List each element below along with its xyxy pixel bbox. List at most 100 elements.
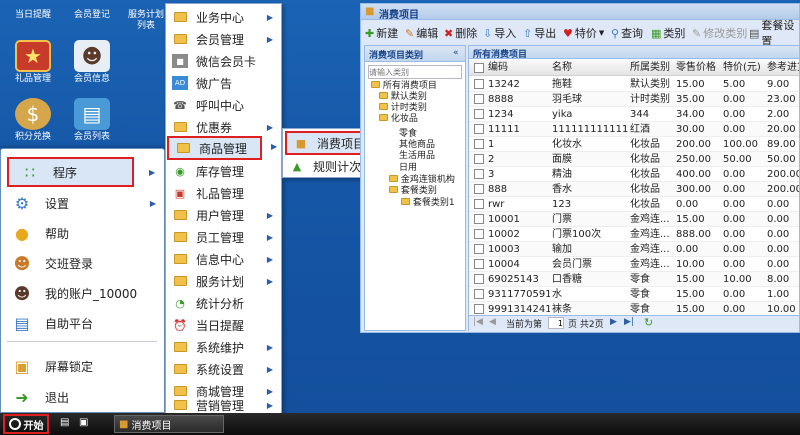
table-row[interactable]: 69025143 口香糖 零食 15.00 10.00 8.00 (469, 272, 799, 287)
row-checkbox[interactable] (474, 199, 484, 209)
tree-node[interactable]: 套餐类别 (389, 186, 437, 196)
desktop-icon-reminder[interactable]: 当日提醒 (3, 0, 63, 21)
table-row[interactable]: 9311770591...水零食15.000.001.00 (469, 287, 799, 302)
row-checkbox[interactable] (474, 229, 484, 239)
column-header-retail-price[interactable]: 零售价格 (676, 59, 716, 76)
start-item-exit[interactable]: ➜ 退出 (1, 383, 164, 411)
tree-node[interactable]: 金鸡连锁机构 (389, 175, 455, 185)
tree-node[interactable]: 其他商品 (399, 140, 435, 150)
row-checkbox[interactable] (474, 109, 484, 119)
table-row[interactable]: 10004 会员门票 金鸡连... 10.00 0.00 0.00 (469, 257, 799, 272)
start-item-my-account[interactable]: ☻ 我的账户_10000 (1, 279, 164, 307)
column-header-category[interactable]: 所属类别 (630, 59, 670, 76)
collapse-icon[interactable]: « (453, 48, 459, 58)
menu-item-user-mgmt[interactable]: 用户管理 ▶ (166, 204, 281, 226)
row-checkbox[interactable] (474, 289, 484, 299)
row-checkbox[interactable] (474, 94, 484, 104)
toolbar-search-button[interactable]: ⚲ 查询 (611, 24, 643, 42)
menu-item-wechat-card[interactable]: ■ 微信会员卡 (166, 50, 281, 72)
menu-item-inventory[interactable]: ◉ 库存管理 (166, 160, 281, 182)
tree-node[interactable]: 零食 (399, 129, 417, 139)
toolbar-export-button[interactable]: ⇧ 导出 (523, 24, 556, 42)
table-row[interactable]: 1234 yika 344 34.00 0.00 2.00 (469, 107, 799, 122)
table-row[interactable]: 8888 羽毛球 计时类别 35.00 0.00 23.00 (469, 92, 799, 107)
tree-node[interactable]: 化妆品 (379, 114, 418, 124)
column-header-ref-purchase[interactable]: 参考进货 (767, 59, 799, 76)
table-row[interactable]: 3 精油 化妆品 400.00 0.00 200.00 (469, 167, 799, 182)
row-checkbox[interactable] (474, 169, 484, 179)
toolbar-package-button[interactable]: ▤ 套餐设置 (749, 19, 799, 48)
select-all-checkbox[interactable] (474, 63, 484, 73)
tree-node[interactable]: 生活用品 (399, 151, 435, 161)
taskbar-task-consumption-items[interactable]: ■ 消费项目 (114, 415, 224, 433)
show-desktop-icon[interactable]: ▤ (60, 417, 69, 428)
toolbar-delete-button[interactable]: ✖ 删除 (444, 24, 477, 42)
table-row[interactable]: 11111 1111111111111 红酒 30.00 0.00 20.00 (469, 122, 799, 137)
menu-item-gift-mgmt[interactable]: ▣ 礼品管理 (166, 182, 281, 204)
row-checkbox[interactable] (474, 79, 484, 89)
menu-item-consumption-items[interactable]: ■ 消费项目 (285, 131, 371, 155)
window-titlebar[interactable]: ■ 消费项目 (361, 4, 799, 21)
row-checkbox[interactable] (474, 124, 484, 134)
column-header-code[interactable]: 编码 (488, 59, 508, 76)
refresh-icon[interactable]: ↻ (644, 316, 653, 329)
toolbar-edit-button[interactable]: ✎ 编辑 (405, 24, 438, 42)
start-item-self-service[interactable]: ▤ 自助平台 (1, 309, 164, 337)
toolbar-special-price-button[interactable]: ♥ 特价 ▼ (563, 24, 604, 42)
toolbar-new-button[interactable]: ✚ 新建 (365, 24, 398, 42)
menu-item-sys-settings[interactable]: 系统设置 ▶ (166, 358, 281, 380)
toolbar-import-button[interactable]: ⇩ 导入 (483, 24, 516, 42)
menu-item-info-center[interactable]: 信息中心 ▶ (166, 248, 281, 270)
menu-item-call-center[interactable]: ☎ 呼叫中心 (166, 94, 281, 116)
table-row[interactable]: 2 面膜 化妆品 250.00 50.00 50.00 (469, 152, 799, 167)
table-row[interactable]: 888 香水 化妆品 300.00 0.00 200.00 (469, 182, 799, 197)
menu-item-staff-mgmt[interactable]: 员工管理 ▶ (166, 226, 281, 248)
row-checkbox[interactable] (474, 214, 484, 224)
tree-node-all[interactable]: 所有消费项目 (371, 81, 437, 91)
toolbar-category-button[interactable]: ▦ 类别 (651, 24, 685, 42)
row-checkbox[interactable] (474, 274, 484, 284)
start-item-programs[interactable]: ∷ 程序 (7, 157, 134, 187)
tree-node[interactable]: 默认类别 (379, 92, 427, 102)
menu-item-business-center[interactable]: 业务中心 ▶ (166, 6, 281, 28)
column-header-special-price[interactable]: 特价(元) (723, 59, 761, 76)
tree-node[interactable]: 计时类别 (379, 103, 427, 113)
menu-item-member-mgmt[interactable]: 会员管理 ▶ (166, 28, 281, 50)
first-page-icon[interactable]: |◀ (473, 317, 483, 327)
menu-item-sys-maintenance[interactable]: 系统维护 ▶ (166, 336, 281, 358)
table-row[interactable]: rwr 123 化妆品 0.00 0.00 0.00 (469, 197, 799, 212)
prev-page-icon[interactable]: ◀ (489, 317, 496, 327)
row-checkbox[interactable] (474, 304, 484, 314)
start-item-lock-screen[interactable]: ▣ 屏幕锁定 (1, 352, 164, 380)
start-button[interactable]: 开始 (3, 414, 49, 434)
menu-item-goods-mgmt[interactable]: 商品管理 (167, 136, 262, 160)
toolbar-edit-category-button[interactable]: ✎ 修改类别 (692, 24, 747, 42)
desktop-icon-member-register[interactable]: 会员登记 (62, 0, 122, 21)
row-checkbox[interactable] (474, 139, 484, 149)
desktop-icon-points[interactable]: $ 积分兑换 (3, 98, 63, 143)
row-checkbox[interactable] (474, 154, 484, 164)
menu-item-coupons[interactable]: 优惠券 ▶ (166, 116, 281, 138)
row-checkbox[interactable] (474, 259, 484, 269)
menu-item-micro-ad[interactable]: AD 微广告 (166, 72, 281, 94)
start-item-settings[interactable]: ⚙ 设置 ▶ (1, 189, 164, 217)
menu-item-statistics[interactable]: ◔ 统计分析 (166, 292, 281, 314)
page-number-input[interactable] (548, 317, 564, 329)
next-page-icon[interactable]: ▶ (610, 317, 617, 327)
column-header-name[interactable]: 名称 (552, 59, 572, 76)
tree-node[interactable]: 日用 (399, 163, 417, 173)
table-row[interactable]: 10001 门票 金鸡连... 15.00 0.00 0.00 (469, 212, 799, 227)
row-checkbox[interactable] (474, 244, 484, 254)
row-checkbox[interactable] (474, 184, 484, 194)
menu-item-daily-reminder[interactable]: ⏰ 当日提醒 (166, 314, 281, 336)
menu-item-service-plan[interactable]: 服务计划 ▶ (166, 270, 281, 292)
desktop-icon-gift[interactable]: ★ 礼品管理 (3, 40, 63, 85)
table-row[interactable]: 10003 输加 金鸡连... 0.00 0.00 0.00 (469, 242, 799, 257)
start-item-shift-login[interactable]: ☻ 交班登录 (1, 249, 164, 277)
desktop-icon-member-list[interactable]: ▤ 会员列表 (62, 98, 122, 143)
desktop-icon-member-info[interactable]: ☻ 会员信息 (62, 40, 122, 85)
table-row[interactable]: 13242 拖鞋 默认类别 15.00 5.00 9.00 (469, 77, 799, 92)
window-switch-icon[interactable]: ▣ (79, 417, 88, 428)
table-row[interactable]: 1 化妆水 化妆品 200.00 100.00 89.00 (469, 137, 799, 152)
tree-node[interactable]: 套餐类别1 (401, 198, 455, 208)
